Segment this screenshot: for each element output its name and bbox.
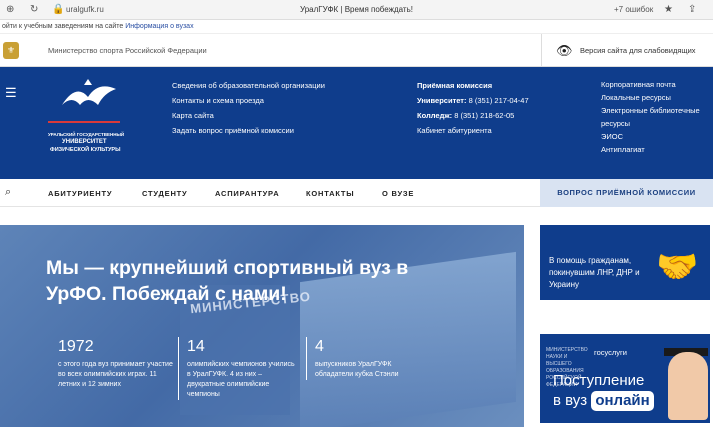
address-bar[interactable]: uralgufk.ru	[66, 5, 104, 14]
header-links-resources: Корпоративная почта Локальные ресурсы Эл…	[601, 78, 700, 156]
reload-icon[interactable]: ↻	[30, 4, 38, 15]
admission-title: Приёмная комиссия	[417, 81, 493, 90]
nav-item-about[interactable]: О ВУЗЕ	[382, 189, 414, 198]
lock-icon[interactable]: 🔒	[52, 4, 64, 15]
nav-item-student[interactable]: СТУДЕНТУ	[142, 189, 188, 198]
applicant-cabinet-link[interactable]: Кабинет абитуриента	[417, 123, 529, 138]
main-nav: ⌕ АБИТУРИЕНТУ СТУДЕНТУ АСПИРАНТУРА КОНТА…	[0, 179, 713, 207]
stat-block: 14 олимпийских чемпионов учились в УралГ…	[178, 337, 296, 400]
logo-line-3: ФИЗИЧЕСКОЙ КУЛЬТУРЫ	[50, 147, 121, 153]
college-label: Колледж:	[417, 111, 453, 120]
site-header: ☰ УРАЛЬСКИЙ ГОСУДАРСТВЕННЫЙ УНИВЕРСИТЕТ …	[0, 67, 713, 179]
handshake-icon: 🤝	[656, 248, 699, 286]
header-link[interactable]: Корпоративная почта	[601, 78, 700, 91]
gosuslugi-admission-card[interactable]: МИНИСТЕРСТВО НАУКИ И ВЫСШЕГО ОБРАЗОВАНИЯ…	[540, 334, 710, 423]
header-link[interactable]: Локальные ресурсы	[601, 91, 700, 104]
ask-admission-button[interactable]: ВОПРОС ПРИЁМНОЙ КОМИССИИ	[540, 179, 713, 207]
admission-line-1: Поступление	[553, 372, 645, 389]
nav-item-applicant[interactable]: АБИТУРИЕНТУ	[48, 189, 112, 198]
header-link[interactable]: Сведения об образовательной организации	[172, 78, 325, 93]
admission-line-2: в вуз	[553, 392, 588, 409]
nav-item-postgraduate[interactable]: АСПИРАНТУРА	[215, 189, 279, 198]
notice-strip: ойти к учебным заведениям на сайте Инфор…	[0, 20, 713, 34]
hero-headline: Мы — крупнейший спортивный вуз в УрФО. П…	[46, 257, 409, 305]
gov-bar: ⚜ Министерство спорта Российской Федерац…	[0, 34, 713, 67]
college-phone[interactable]: 8 (351) 218-62-05	[454, 111, 514, 120]
header-link[interactable]: ресурсы	[601, 117, 700, 130]
university-logo[interactable]: УРАЛЬСКИЙ ГОСУДАРСТВЕННЫЙ УНИВЕРСИТЕТ ФИ…	[48, 79, 138, 159]
header-link[interactable]: Контакты и схема проезда	[172, 93, 325, 108]
university-label: Университет:	[417, 96, 467, 105]
back-icon[interactable]: ⊕	[6, 4, 14, 15]
avatar	[668, 352, 708, 420]
gosuslugi-brand: госуслуги	[594, 348, 627, 357]
menu-icon[interactable]: ☰	[5, 85, 17, 101]
nav-item-contacts[interactable]: КОНТАКТЫ	[306, 189, 354, 198]
stat-text: с этого года вуз принимает участие во вс…	[58, 361, 173, 388]
online-pill: онлайн	[591, 391, 654, 411]
share-icon[interactable]: ⇪	[688, 4, 696, 15]
ministry-link[interactable]: Министерство спорта Российской Федерации	[48, 46, 207, 55]
logo-line-2: УНИВЕРСИТЕТ	[62, 139, 107, 145]
header-links-info: Сведения об образовательной организации …	[172, 78, 325, 138]
admission-online-text: Поступление в вуз онлайн	[553, 371, 654, 411]
stat-block: 4 выпускников УралГУФК обладатели кубка …	[306, 337, 424, 380]
stat-number: 4	[315, 338, 324, 355]
hero-banner: МИНИСТЕРСТВО Мы — крупнейший спортивный …	[0, 225, 524, 427]
stat-number: 1972	[58, 338, 94, 355]
stat-number: 14	[187, 338, 205, 355]
browser-toolbar: ⊕ ↻ 🔒 uralgufk.ru УралГУФК | Время побеж…	[0, 0, 713, 20]
bookmark-icon[interactable]: ★	[664, 4, 673, 15]
search-icon[interactable]: ⌕	[5, 186, 11, 199]
notice-text: ойти к учебным заведениям на сайте	[2, 23, 124, 30]
low-vision-label: Версия сайта для слабовидящих	[580, 46, 696, 55]
header-link[interactable]: Задать вопрос приёмной комиссии	[172, 123, 325, 138]
logo-underline	[48, 121, 120, 123]
header-link[interactable]: Электронные библиотечные	[601, 104, 700, 117]
help-card-text: В помощь гражданам, покинувшим ЛНР, ДНР …	[549, 256, 640, 289]
coat-of-arms-icon: ⚜	[3, 42, 19, 59]
stat-text: выпускников УралГУФК обладатели кубка Ст…	[315, 361, 399, 378]
low-vision-link[interactable]: Версия сайта для слабовидящих	[541, 34, 713, 67]
header-link[interactable]: Антиплагиат	[601, 143, 700, 156]
logo-line-1: УРАЛЬСКИЙ ГОСУДАРСТВЕННЫЙ	[48, 132, 125, 137]
university-phone[interactable]: 8 (351) 217-04-47	[469, 96, 529, 105]
header-link[interactable]: ЭИОС	[601, 130, 700, 143]
admission-contacts: Приёмная комиссия Университет: 8 (351) 2…	[417, 78, 529, 138]
help-card[interactable]: В помощь гражданам, покинувшим ЛНР, ДНР …	[540, 225, 710, 300]
header-link[interactable]: Карта сайта	[172, 108, 325, 123]
stat-block: 1972 с этого года вуз принимает участие …	[58, 337, 176, 390]
stat-text: олимпийских чемпионов учились в УралГУФК…	[187, 361, 295, 398]
notice-link[interactable]: Информация о вузах	[125, 23, 193, 30]
extensions-badge[interactable]: +7 ошибок	[614, 5, 653, 14]
tab-title: УралГУФК | Время побеждать!	[300, 5, 413, 14]
logo-emblem-icon	[62, 79, 116, 105]
